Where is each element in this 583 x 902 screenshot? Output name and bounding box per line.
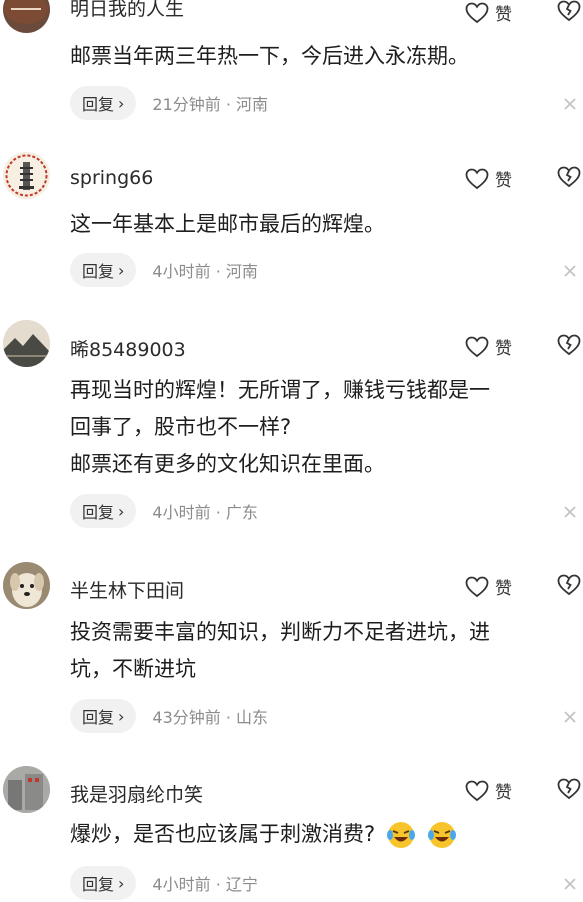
avatar[interactable] (3, 152, 50, 199)
comment-text-line: 坑，不断进坑 (70, 657, 196, 681)
like-button[interactable]: 赞 (465, 334, 512, 359)
reply-button[interactable]: 回复 › (70, 699, 137, 733)
dog-avatar-icon (3, 562, 50, 609)
reply-label: 回复 (82, 708, 115, 727)
dislike-button[interactable] (557, 334, 581, 360)
dislike-button[interactable] (557, 778, 581, 804)
avatar[interactable] (3, 320, 50, 367)
laughing-crying-emoji-icon (386, 822, 415, 848)
timestamp-location: 4小时前 · 广东 (152, 503, 258, 522)
avatar[interactable] (3, 562, 50, 609)
comment-text-content: 爆炒，是否也应该属于刺激消费? (70, 822, 376, 846)
comment-text-line: 再现当时的辉煌！无所谓了，赚钱亏钱都是一 (70, 378, 490, 402)
dislike-button[interactable] (557, 574, 581, 600)
reply-label: 回复 (82, 95, 115, 114)
close-icon (564, 506, 576, 518)
ink-landscape-avatar-icon (3, 320, 50, 367)
chevron-right-icon: › (118, 93, 125, 113)
username[interactable]: 明日我的人生 (70, 0, 184, 21)
like-label: 赞 (495, 5, 512, 25)
like-button[interactable]: 赞 (465, 0, 512, 25)
close-button[interactable] (563, 504, 577, 523)
heart-icon (465, 780, 489, 801)
username[interactable]: 晞85489003 (70, 335, 186, 362)
comment-text: 这一年基本上是邮市最后的辉煌。 (70, 212, 385, 236)
heart-icon (465, 168, 489, 189)
timestamp-location: 43分钟前 · 山东 (152, 708, 269, 727)
pagoda-avatar-icon (3, 152, 50, 199)
like-label: 赞 (495, 579, 512, 599)
comment-text-line: 邮票还有更多的文化知识在里面。 (70, 452, 385, 476)
comment-text-line: 回事了，股市也不一样? (70, 415, 292, 439)
broken-heart-icon (557, 334, 581, 356)
close-icon (564, 878, 576, 890)
close-button[interactable] (563, 263, 577, 282)
chevron-right-icon: › (118, 706, 125, 726)
reply-label: 回复 (82, 262, 115, 281)
avatar[interactable] (3, 0, 50, 33)
heart-icon (465, 336, 489, 357)
close-button[interactable] (563, 96, 577, 115)
broken-heart-icon (557, 574, 581, 596)
timestamp-location: 4小时前 · 辽宁 (152, 875, 258, 894)
comment-meta: 回复 › 4小时前 · 辽宁 (70, 866, 258, 900)
like-label: 赞 (495, 171, 512, 191)
comment-text: 再现当时的辉煌！无所谓了，赚钱亏钱都是一 回事了，股市也不一样? 邮票还有更多的… (70, 372, 580, 483)
close-button[interactable] (563, 709, 577, 728)
reply-label: 回复 (82, 503, 115, 522)
timestamp-location: 4小时前 · 河南 (152, 262, 258, 281)
avatar[interactable] (3, 766, 50, 813)
like-button[interactable]: 赞 (465, 574, 512, 599)
close-button[interactable] (563, 876, 577, 895)
like-button[interactable]: 赞 (465, 166, 512, 191)
like-label: 赞 (495, 339, 512, 359)
comment-meta: 回复 › 4小时前 · 河南 (70, 253, 258, 287)
dislike-button[interactable] (557, 0, 581, 26)
broken-heart-icon (557, 0, 581, 22)
comment-text: 爆炒，是否也应该属于刺激消费? (70, 816, 580, 853)
reply-button[interactable]: 回复 › (70, 253, 137, 287)
reply-button[interactable]: 回复 › (70, 866, 137, 900)
broken-heart-icon (557, 166, 581, 188)
like-button[interactable]: 赞 (465, 778, 512, 803)
close-icon (564, 98, 576, 110)
broken-heart-icon (557, 778, 581, 800)
chevron-right-icon: › (118, 873, 125, 893)
close-icon (564, 265, 576, 277)
chevron-right-icon: › (118, 501, 125, 521)
username[interactable]: spring66 (70, 167, 153, 189)
heart-icon (465, 576, 489, 597)
heart-icon (465, 2, 489, 23)
comment-text: 邮票当年两三年热一下，今后进入永冻期。 (70, 44, 469, 68)
close-icon (564, 711, 576, 723)
like-label: 赞 (495, 783, 512, 803)
comment-text-line: 投资需要丰富的知识，判断力不足者进坑，进 (70, 620, 490, 644)
comment-text: 投资需要丰富的知识，判断力不足者进坑，进 坑，不断进坑 (70, 614, 580, 688)
building-avatar-icon (3, 766, 50, 813)
username[interactable]: 半生林下田间 (70, 576, 184, 603)
laughing-crying-emoji-icon (427, 822, 456, 848)
chevron-right-icon: › (118, 260, 125, 280)
football-avatar-icon (4, 0, 48, 24)
username[interactable]: 我是羽扇纶巾笑 (70, 780, 203, 807)
comment-meta: 回复 › 4小时前 · 广东 (70, 494, 258, 528)
timestamp-location: 21分钟前 · 河南 (152, 95, 269, 114)
reply-button[interactable]: 回复 › (70, 86, 137, 120)
dislike-button[interactable] (557, 166, 581, 192)
comment-meta: 回复 › 43分钟前 · 山东 (70, 699, 268, 733)
reply-button[interactable]: 回复 › (70, 494, 137, 528)
reply-label: 回复 (82, 875, 115, 894)
comment-meta: 回复 › 21分钟前 · 河南 (70, 86, 268, 120)
